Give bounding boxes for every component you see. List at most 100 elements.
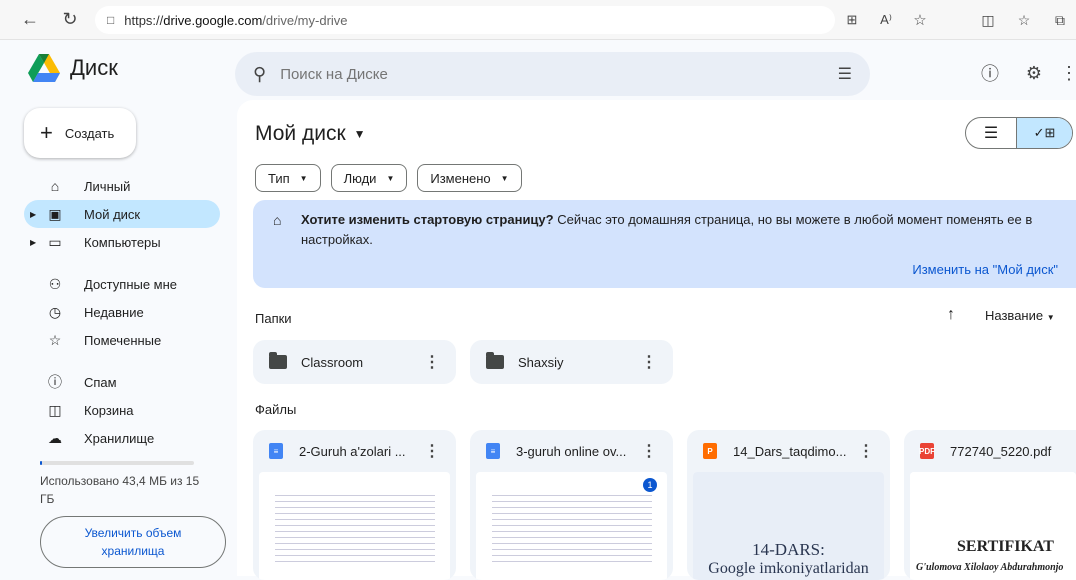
search-bar[interactable]: ⚲ ☰ bbox=[235, 52, 870, 96]
split-screen-icon[interactable]: ◫ bbox=[972, 4, 1004, 36]
filter-modified-chip[interactable]: Изменено ▼ bbox=[417, 164, 522, 192]
drive-logo-icon bbox=[28, 54, 60, 82]
file-thumbnail bbox=[259, 472, 450, 580]
people-icon: ⚇ bbox=[48, 275, 62, 292]
chip-label: Изменено bbox=[430, 170, 491, 186]
sidebar-item-trash[interactable]: ◫ Корзина bbox=[24, 396, 220, 424]
file-card[interactable]: P 14_Dars_taqdimo... ⋮ 14-DARS: Google i… bbox=[687, 430, 890, 580]
apps-grid-icon[interactable]: ⋮⋮ bbox=[1060, 58, 1076, 88]
certificate-title: SERTIFIKAT bbox=[957, 538, 1054, 555]
more-options-icon[interactable]: ⋮ bbox=[858, 441, 874, 461]
switch-to-my-drive-link[interactable]: Изменить на "Мой диск" bbox=[912, 262, 1058, 277]
collections-icon[interactable]: ⧉ bbox=[1044, 4, 1076, 36]
lock-icon: □ bbox=[107, 13, 115, 27]
favorites-icon[interactable]: ☆ bbox=[1008, 4, 1040, 36]
banner-text: Хотите изменить стартовую страницу? Сейч… bbox=[301, 210, 1041, 250]
file-header: ≡ 2-Guruh a'zolari ... ⋮ bbox=[253, 430, 456, 472]
filter-chips: Тип ▼ Люди ▼ Изменено ▼ bbox=[255, 164, 522, 192]
slide-title: 14-DARS: bbox=[752, 540, 825, 559]
more-options-icon[interactable]: ⋮ bbox=[641, 352, 657, 372]
url-prefix: https:// bbox=[124, 12, 164, 28]
main-panel: Мой диск ▼ ☰ ✓⊞ Тип ▼ Люди ▼ Изменено ▼ ⌂ Х… bbox=[237, 100, 1076, 580]
sidebar-item-computers[interactable]: ▶ ▭ Компьютеры bbox=[24, 228, 220, 256]
favorite-star-icon[interactable]: ☆ bbox=[904, 4, 936, 36]
app-grid-icon[interactable]: ⊞ bbox=[836, 4, 868, 36]
sidebar-item-spam[interactable]: ⓘ Спам bbox=[24, 368, 220, 396]
upgrade-storage-button[interactable]: Увеличить объем хранилища bbox=[40, 516, 226, 568]
settings-gear-icon[interactable]: ⚙ bbox=[1019, 58, 1049, 88]
file-name: 14_Dars_taqdimo... bbox=[733, 443, 847, 459]
back-arrow-icon[interactable]: ← bbox=[14, 4, 46, 36]
sidebar-item-label: Корзина bbox=[84, 402, 134, 418]
folder-icon bbox=[269, 352, 287, 369]
sidebar-item-label: Спам bbox=[84, 374, 117, 390]
sort-controls: ↑ Название ▼ bbox=[947, 306, 1055, 324]
view-toggle: ☰ ✓⊞ bbox=[965, 117, 1073, 149]
sidebar-item-label: Хранилище bbox=[84, 430, 155, 446]
file-card[interactable]: ≡ 3-guruh online ov... ⋮ 1 bbox=[470, 430, 673, 580]
sort-direction-arrow-icon[interactable]: ↑ bbox=[947, 306, 955, 324]
file-header: P 14_Dars_taqdimo... ⋮ bbox=[687, 430, 890, 472]
search-options-icon[interactable]: ☰ bbox=[838, 64, 852, 84]
sort-by-name-button[interactable]: Название ▼ bbox=[985, 308, 1055, 323]
chip-label: Тип bbox=[268, 170, 290, 186]
address-bar[interactable]: □ https://drive.google.com/drive/my-driv… bbox=[95, 6, 835, 34]
slide-subtitle: Google imkoniyatlaridan bbox=[708, 560, 869, 577]
more-options-icon[interactable]: ⋮ bbox=[424, 352, 440, 372]
star-icon: ☆ bbox=[48, 331, 62, 348]
certificate-preview: SERTIFIKAT G'ulomova Xilolaoy Abdurahmon… bbox=[910, 472, 1076, 580]
sidebar-item-shared[interactable]: ⚇ Доступные мне bbox=[24, 270, 220, 298]
google-slides-icon: P bbox=[703, 443, 717, 459]
sidebar-nav: ⌂ Личный ▶ ▣ Мой диск ▶ ▭ Компьютеры ⚇ Д… bbox=[24, 172, 220, 452]
certificate-name: G'ulomova Xilolaoy Abdurahmonjo bbox=[916, 562, 1064, 573]
grid-view-icon[interactable]: ✓⊞ bbox=[1016, 118, 1072, 148]
computer-icon: ▭ bbox=[48, 233, 62, 250]
sidebar-item-label: Мой диск bbox=[84, 206, 141, 222]
document-preview bbox=[275, 490, 435, 562]
more-options-icon[interactable]: ⋮ bbox=[641, 441, 657, 461]
chevron-down-icon: ▼ bbox=[299, 173, 308, 183]
expand-caret-icon[interactable]: ▶ bbox=[30, 210, 36, 219]
read-aloud-icon[interactable]: A⁾ bbox=[870, 4, 902, 36]
app-title: Диск bbox=[70, 55, 118, 80]
sidebar-item-personal[interactable]: ⌂ Личный bbox=[24, 172, 220, 200]
drive-icon: ▣ bbox=[48, 205, 62, 222]
drive-logo[interactable]: Диск bbox=[28, 54, 118, 82]
file-thumbnail: SERTIFIKAT G'ulomova Xilolaoy Abdurahmon… bbox=[910, 472, 1076, 580]
help-icon[interactable]: ⓘ bbox=[975, 58, 1005, 88]
sidebar-item-recent[interactable]: ◷ Недавние bbox=[24, 298, 220, 326]
home-icon: ⌂ bbox=[273, 212, 282, 228]
sidebar-item-label: Компьютеры bbox=[84, 234, 161, 250]
sidebar-item-my-drive[interactable]: ▶ ▣ Мой диск bbox=[24, 200, 220, 228]
expand-caret-icon[interactable]: ▶ bbox=[30, 238, 36, 247]
chip-label: Люди bbox=[343, 170, 377, 186]
sidebar-item-label: Доступные мне bbox=[84, 276, 178, 292]
sidebar-item-label: Личный bbox=[84, 178, 131, 194]
search-icon[interactable]: ⚲ bbox=[253, 64, 266, 85]
sidebar-item-storage[interactable]: ☁ Хранилище bbox=[24, 424, 220, 452]
file-card[interactable]: PDF 772740_5220.pdf SERTIFIKAT G'ulomova… bbox=[904, 430, 1076, 580]
reload-icon[interactable]: ↻ bbox=[54, 4, 86, 36]
file-card[interactable]: ≡ 2-Guruh a'zolari ... ⋮ bbox=[253, 430, 456, 580]
sidebar-item-label: Недавние bbox=[84, 304, 144, 320]
create-button[interactable]: + Создать bbox=[24, 108, 136, 158]
chevron-down-icon: ▼ bbox=[500, 173, 509, 183]
folder-card[interactable]: Shaxsiy ⋮ bbox=[470, 340, 673, 384]
search-input[interactable] bbox=[280, 65, 838, 83]
filter-type-chip[interactable]: Тип ▼ bbox=[255, 164, 321, 192]
list-view-icon[interactable]: ☰ bbox=[966, 118, 1016, 148]
plus-icon: + bbox=[40, 120, 53, 145]
header-actions: ⓘ ⚙ ⋮⋮ bbox=[975, 58, 1076, 88]
file-name: 3-guruh online ov... bbox=[516, 443, 627, 459]
slide-preview: 14-DARS: Google imkoniyatlaridan bbox=[693, 472, 884, 580]
url-path: /drive/my-drive bbox=[262, 12, 348, 28]
file-name: 2-Guruh a'zolari ... bbox=[299, 443, 406, 459]
page-title[interactable]: Мой диск ▼ bbox=[255, 122, 366, 146]
filter-people-chip[interactable]: Люди ▼ bbox=[330, 164, 408, 192]
home-icon: ⌂ bbox=[50, 178, 60, 194]
sidebar-item-starred[interactable]: ☆ Помеченные bbox=[24, 326, 220, 354]
more-options-icon[interactable]: ⋮ bbox=[424, 441, 440, 461]
browser-actions: ◫ ☆ ⧉ bbox=[972, 4, 1076, 36]
google-doc-icon: ≡ bbox=[269, 443, 283, 459]
folder-card[interactable]: Classroom ⋮ bbox=[253, 340, 456, 384]
